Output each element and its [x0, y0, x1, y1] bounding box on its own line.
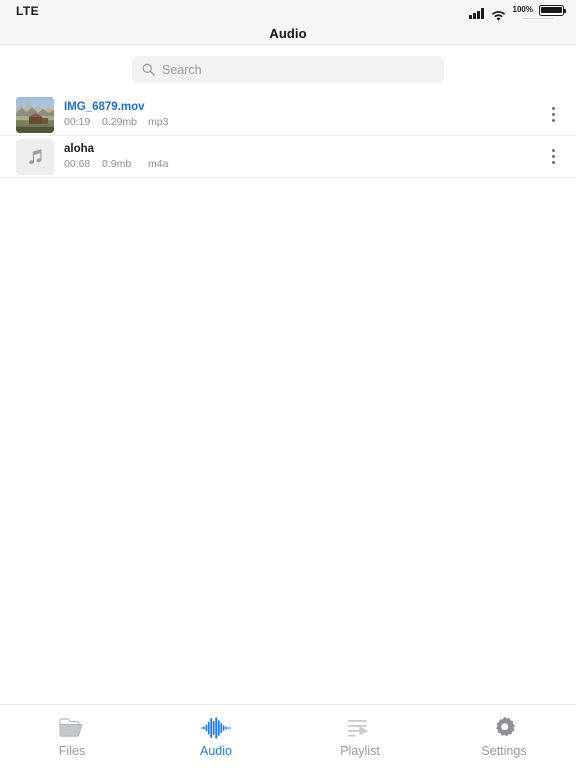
tab-label-files: Files	[58, 743, 86, 758]
folder-icon	[59, 716, 85, 740]
tab-files[interactable]: Files	[0, 705, 144, 768]
page-title: Audio	[269, 25, 307, 41]
search-container	[0, 56, 576, 83]
search-icon	[142, 63, 155, 76]
battery-full-icon	[539, 4, 567, 16]
bottom-tab-bar: Files Audio Playlist Settings	[0, 704, 576, 768]
search-bar[interactable]	[132, 56, 444, 83]
list-item[interactable]: IMG_6879.mov 00:19 0.29mb mp3	[0, 94, 576, 136]
audio-file-list: IMG_6879.mov 00:19 0.29mb mp3 aloha 00:6…	[0, 94, 576, 178]
cellular-signal-icon	[469, 8, 484, 19]
status-bar: LTE 100%	[0, 0, 576, 22]
battery-underline	[523, 17, 554, 19]
battery-indicator: 100%	[512, 4, 567, 19]
list-item-title[interactable]: IMG_6879.mov	[64, 101, 168, 114]
carrier-label: LTE	[16, 4, 39, 18]
list-item-format: mp3	[148, 116, 169, 129]
wifi-icon	[491, 8, 506, 21]
file-thumbnail-audio	[16, 138, 54, 175]
list-item-text: aloha 00:68 0.9mb m4a	[64, 143, 168, 171]
list-item-duration: 00:68	[64, 158, 91, 171]
list-item-meta: 00:19 0.29mb mp3	[64, 116, 168, 128]
tab-label-settings: Settings	[481, 743, 527, 758]
more-vertical-icon[interactable]	[542, 99, 564, 131]
list-item-duration: 00:19	[64, 116, 91, 129]
list-item-meta: 00:68 0.9mb m4a	[64, 158, 168, 170]
tab-playlist[interactable]: Playlist	[288, 705, 432, 768]
navigation-bar: Audio	[0, 22, 576, 45]
list-item-title[interactable]: aloha	[64, 143, 168, 156]
waveform-icon	[201, 716, 231, 740]
list-item-size: 0.9mb	[102, 158, 132, 171]
tab-label-playlist: Playlist	[340, 743, 380, 758]
tab-audio[interactable]: Audio	[144, 705, 288, 768]
gear-icon	[493, 716, 516, 740]
tab-label-audio: Audio	[200, 743, 232, 758]
more-vertical-icon[interactable]	[542, 141, 564, 173]
tab-settings[interactable]: Settings	[432, 705, 576, 768]
list-item-format: m4a	[148, 158, 169, 171]
status-indicators: 100%	[469, 0, 567, 22]
search-input[interactable]	[162, 62, 434, 77]
list-item-size: 0.29mb	[102, 116, 138, 129]
music-note-icon	[29, 148, 42, 164]
list-item[interactable]: aloha 00:68 0.9mb m4a	[0, 136, 576, 178]
list-item-text: IMG_6879.mov 00:19 0.29mb mp3	[64, 101, 168, 129]
file-thumbnail-photo	[16, 96, 54, 133]
battery-percent-label: 100%	[512, 4, 533, 14]
landscape-photo-icon	[16, 96, 54, 133]
playlist-icon	[348, 716, 372, 740]
